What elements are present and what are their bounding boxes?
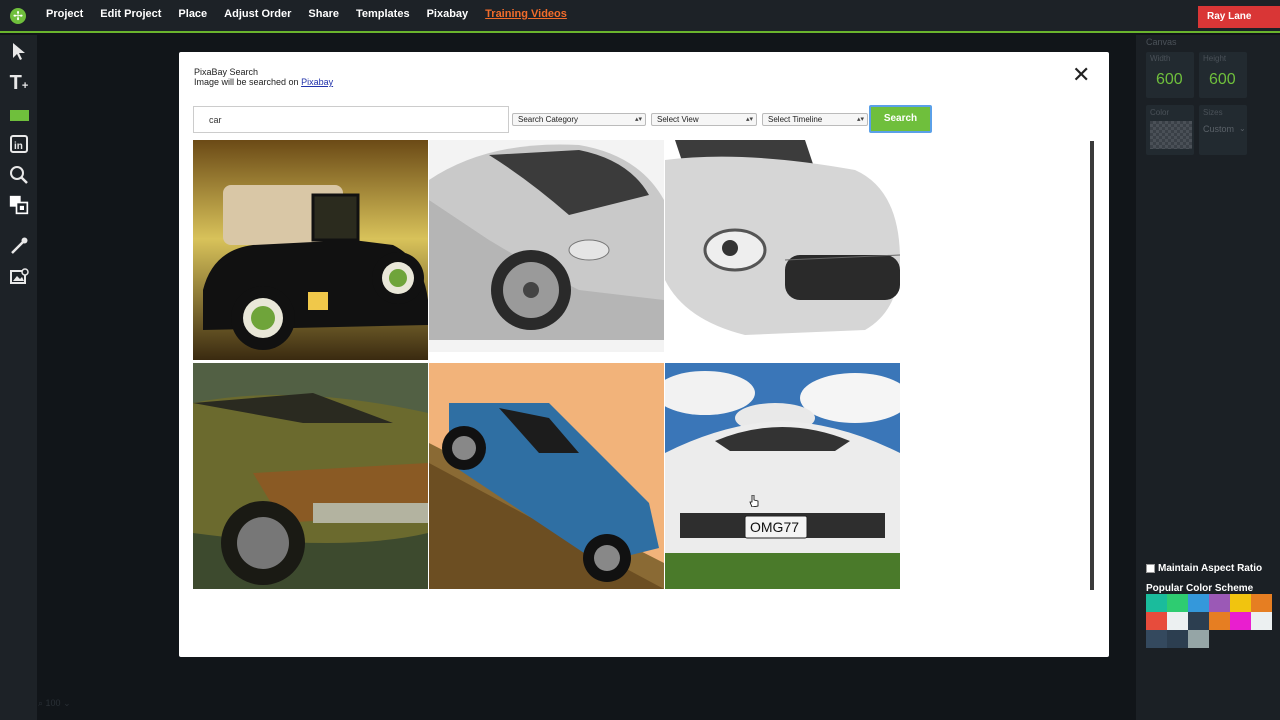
- sizes-label: Sizes: [1203, 108, 1223, 117]
- select-arrows-icon: ▴▾: [856, 116, 864, 123]
- menu-edit-project[interactable]: Edit Project: [100, 8, 161, 20]
- color-swatch[interactable]: [1251, 594, 1272, 612]
- image-add-icon[interactable]: [8, 267, 30, 289]
- result-image-blue-car-on-hill[interactable]: [429, 363, 664, 589]
- menu-templates[interactable]: Templates: [356, 8, 410, 20]
- text-tool-icon[interactable]: T+: [8, 72, 30, 94]
- zoom-value: 100: [45, 698, 61, 708]
- shape-rectangle-icon[interactable]: [8, 105, 30, 127]
- result-image-white-corvette[interactable]: OMG77: [665, 363, 900, 589]
- sizes-value[interactable]: Custom: [1203, 124, 1234, 134]
- menu-adjust-order[interactable]: Adjust Order: [224, 8, 291, 20]
- zoom-level[interactable]: ⌕ 100 ⌄: [38, 698, 71, 709]
- color-swatch[interactable]: [1188, 630, 1209, 648]
- aspect-label: Maintain Aspect Ratio: [1158, 563, 1263, 574]
- color-swatch[interactable]: [1188, 612, 1209, 630]
- color-swatch[interactable]: [1146, 594, 1167, 612]
- result-image-white-sports-car[interactable]: [665, 140, 900, 352]
- menu-project[interactable]: Project: [46, 8, 83, 20]
- popular-color-label: Popular Color Scheme: [1146, 583, 1254, 594]
- color-swatch[interactable]: [1209, 612, 1230, 630]
- select-view-select[interactable]: Select View ▴▾: [651, 113, 757, 126]
- aspect-checkbox[interactable]: [1146, 564, 1155, 573]
- license-plate-text: OMG77: [750, 519, 799, 535]
- pixabay-link[interactable]: Pixabay: [301, 77, 333, 87]
- top-menu-bar: ✢ Project Edit Project Place Adjust Orde…: [0, 0, 1280, 33]
- left-toolbar: T+ in: [0, 35, 37, 720]
- search-category-value: Search Category: [518, 115, 579, 124]
- pixabay-search-dialog: PixaBay Search Image will be searched on…: [179, 52, 1109, 657]
- color-swatch[interactable]: [1230, 612, 1251, 630]
- color-swatch[interactable]: [1209, 594, 1230, 612]
- select-timeline-select[interactable]: Select Timeline ▴▾: [762, 113, 868, 126]
- height-value[interactable]: 600: [1209, 71, 1236, 89]
- menu-training-videos[interactable]: Training Videos: [485, 8, 567, 20]
- search-button[interactable]: Search: [869, 105, 932, 133]
- dialog-title: PixaBay Search: [194, 67, 259, 77]
- close-icon[interactable]: ✕: [1072, 64, 1090, 86]
- height-label: Height: [1203, 54, 1227, 63]
- menu-place[interactable]: Place: [178, 8, 207, 20]
- color-swatch[interactable]: [1251, 612, 1272, 630]
- select-view-value: Select View: [657, 115, 699, 124]
- color-label: Color: [1150, 108, 1170, 117]
- app-logo-icon[interactable]: ✢: [10, 8, 26, 24]
- scrollbar-thumb[interactable]: [1090, 141, 1094, 590]
- search-category-select[interactable]: Search Category ▴▾: [512, 113, 646, 126]
- width-value[interactable]: 600: [1156, 71, 1183, 89]
- select-arrow-icon[interactable]: [8, 41, 30, 63]
- result-image-vintage-black-car[interactable]: [193, 140, 428, 360]
- sizes-chevron-down-icon[interactable]: ⌄: [1239, 124, 1246, 133]
- svg-text:in: in: [14, 141, 23, 152]
- dialog-subtitle: Image will be searched on Pixabay: [194, 77, 333, 87]
- select-timeline-value: Select Timeline: [768, 115, 823, 124]
- result-image-silver-sports-car[interactable]: [429, 140, 664, 352]
- zoom-icon[interactable]: [8, 165, 30, 187]
- menu-share[interactable]: Share: [308, 8, 339, 20]
- search-input[interactable]: [193, 106, 509, 133]
- color-swatch[interactable]: [1146, 630, 1167, 648]
- color-swatch[interactable]: [1167, 594, 1188, 612]
- color-swatch[interactable]: [1230, 594, 1251, 612]
- result-image-rusty-green-car[interactable]: [193, 363, 428, 589]
- maintain-aspect-ratio[interactable]: Maintain Aspect Ratio: [1146, 563, 1262, 574]
- results-scrollbar[interactable]: [1090, 141, 1094, 590]
- width-label: Width: [1150, 54, 1171, 63]
- menu-pixabay[interactable]: Pixabay: [427, 8, 469, 20]
- hand-cursor-icon: [749, 495, 759, 507]
- user-menu-button[interactable]: Ray Lane: [1198, 6, 1280, 28]
- select-arrows-icon: ▴▾: [634, 116, 642, 123]
- color-swatch-transparent[interactable]: [1150, 121, 1192, 149]
- color-swatch[interactable]: [1146, 612, 1167, 630]
- canvas-label: Canvas: [1146, 37, 1177, 47]
- linkedin-icon[interactable]: in: [8, 134, 30, 156]
- main-menu: Project Edit Project Place Adjust Order …: [46, 8, 584, 20]
- color-swatch[interactable]: [1167, 630, 1188, 648]
- select-arrows-icon: ▴▾: [745, 116, 753, 123]
- color-swap-icon[interactable]: [8, 195, 30, 217]
- color-swatch[interactable]: [1188, 594, 1209, 612]
- results-grid: OMG77: [193, 140, 900, 589]
- dialog-subtitle-text: Image will be searched on: [194, 77, 302, 87]
- color-swatch-grid: [1146, 594, 1274, 648]
- color-swatch[interactable]: [1167, 612, 1188, 630]
- eyedropper-icon[interactable]: [8, 236, 30, 258]
